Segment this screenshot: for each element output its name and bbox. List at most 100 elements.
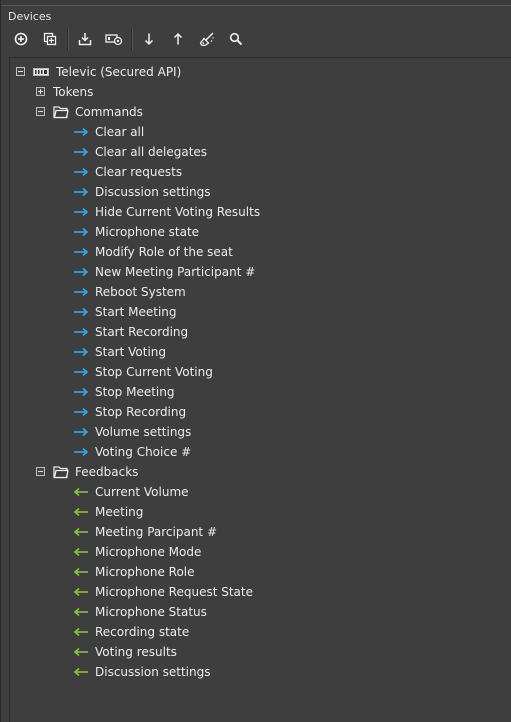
tree-item-command[interactable]: Stop Recording [73,402,186,422]
tree-item-label: Tokens [53,85,94,99]
tree-item-label: Reboot System [95,285,186,299]
move-down-icon [144,33,154,46]
tree-item-command[interactable]: Start Voting [73,342,166,362]
arrow-left-icon [73,607,88,617]
tree-item-label: Microphone Role [95,565,195,579]
tree-item-command[interactable]: Voting Choice # [73,442,191,462]
tree-item-feedback[interactable]: Microphone Mode [73,542,201,562]
arrow-right-icon [74,147,89,157]
arrow-right-icon [74,227,89,237]
folder-open-icon [53,106,69,119]
tree-item-feedback[interactable]: Recording state [73,622,189,642]
tree-item-command[interactable]: New Meeting Participant # [73,262,255,282]
tree-item-label: Start Voting [95,345,167,359]
arrow-right-icon [74,347,89,357]
search-button[interactable] [224,28,248,50]
arrow-right-icon [74,327,89,337]
feedbacks-expander[interactable] [36,467,45,476]
tree-item-command[interactable]: Start Recording [73,322,188,342]
root-expander[interactable] [16,67,25,76]
import-button[interactable] [73,28,97,50]
tree-item-command[interactable]: Clear requests [73,162,182,182]
tree-item-label: Start Meeting [95,305,177,319]
arrow-left-icon [73,567,88,577]
import-icon [78,33,92,46]
tree-item-command[interactable]: Start Meeting [73,302,177,322]
arrow-left-icon [73,507,88,517]
panel-title: Devices [8,10,52,23]
duplicate-button[interactable] [38,28,62,50]
tree-item-label: Modify Role of the seat [95,245,233,259]
tree-item-label: Televic (Secured API) [56,65,182,79]
arrow-right-icon [74,127,89,137]
arrow-left-icon [73,547,88,557]
tree-item-label: Clear requests [95,165,183,179]
move-up-icon [173,32,183,45]
tree-item-command[interactable]: Clear all [73,122,144,142]
arrow-right-icon [74,427,89,437]
tree-item-command[interactable]: Stop Meeting [73,382,174,402]
tree-item-feedback[interactable]: Microphone Status [73,602,207,622]
tree-item-label: Clear all delegates [95,145,208,159]
toolbar [9,28,253,50]
tree-item-command[interactable]: Clear all delegates [73,142,207,162]
tree-item-feedback[interactable]: Microphone Request State [73,582,253,602]
tree-node-tokens[interactable]: Tokens [53,82,93,102]
arrow-right-icon [74,407,89,417]
toolbar-separator [131,28,133,50]
arrow-right-icon [74,187,89,197]
arrow-right-icon [74,447,89,457]
tree-node-commands[interactable]: Commands [53,102,143,122]
tree-item-label: Clear all [95,125,145,139]
tree-item-label: Start Recording [95,325,189,339]
tree-item-label: Current Volume [95,485,189,499]
arrow-left-icon [73,527,88,537]
duplicate-icon [43,32,57,46]
tree-item-label: Hide Current Voting Results [95,205,261,219]
tree-item-feedback[interactable]: Microphone Role [73,562,195,582]
tree-item-label: Microphone Request State [95,585,253,599]
add-device-button[interactable] [9,28,33,50]
tree-item-command[interactable]: Volume settings [73,422,191,442]
tree-item-feedback[interactable]: Discussion settings [73,662,210,682]
move-up-button[interactable] [166,28,190,50]
tree-item-feedback[interactable]: Current Volume [73,482,189,502]
tree-item-label: Stop Current Voting [95,365,213,379]
arrow-left-icon [73,587,88,597]
arrow-right-icon [74,247,89,257]
arrow-left-icon [73,667,88,677]
tree-item-command[interactable]: Reboot System [73,282,186,302]
devices-panel: Devices Televic (Secured API) Tokens Com… [0,0,511,722]
tree-item-label: Commands [75,105,143,119]
device-settings-button[interactable] [102,28,126,50]
tree-item-feedback[interactable]: Voting results [73,642,177,662]
tree-item-label: Microphone state [95,225,200,239]
tree-item-feedback[interactable]: Meeting [73,502,143,522]
tree-item-command[interactable]: Microphone state [73,222,199,242]
tree-item-label: New Meeting Participant # [95,265,256,279]
tree-item-label: Stop Recording [95,405,187,419]
move-down-button[interactable] [137,28,161,50]
tree-item-command[interactable]: Stop Current Voting [73,362,213,382]
tree-item-label: Stop Meeting [95,385,175,399]
tree-item-command[interactable]: Modify Role of the seat [73,242,233,262]
commands-expander[interactable] [36,107,45,116]
tree-root-televic[interactable]: Televic (Secured API) [33,62,181,82]
search-icon [229,32,243,46]
tree-node-feedbacks[interactable]: Feedbacks [53,462,138,482]
tree-item-label: Microphone Status [95,605,207,619]
arrow-left-icon [73,487,88,497]
tokens-expander[interactable] [36,87,45,96]
tree-item-label: Feedbacks [75,465,139,479]
tree-item-feedback[interactable]: Meeting Parcipant # [73,522,217,542]
clean-icon [199,32,214,46]
device-icon [33,68,49,76]
tree-item-label: Discussion settings [95,185,211,199]
folder-open-icon [53,466,69,479]
tree-item-command[interactable]: Hide Current Voting Results [73,202,260,222]
arrow-right-icon [74,307,89,317]
arrow-right-icon [74,267,89,277]
tree-item-label: Volume settings [95,425,192,439]
clean-button[interactable] [195,28,219,50]
tree-item-command[interactable]: Discussion settings [73,182,210,202]
